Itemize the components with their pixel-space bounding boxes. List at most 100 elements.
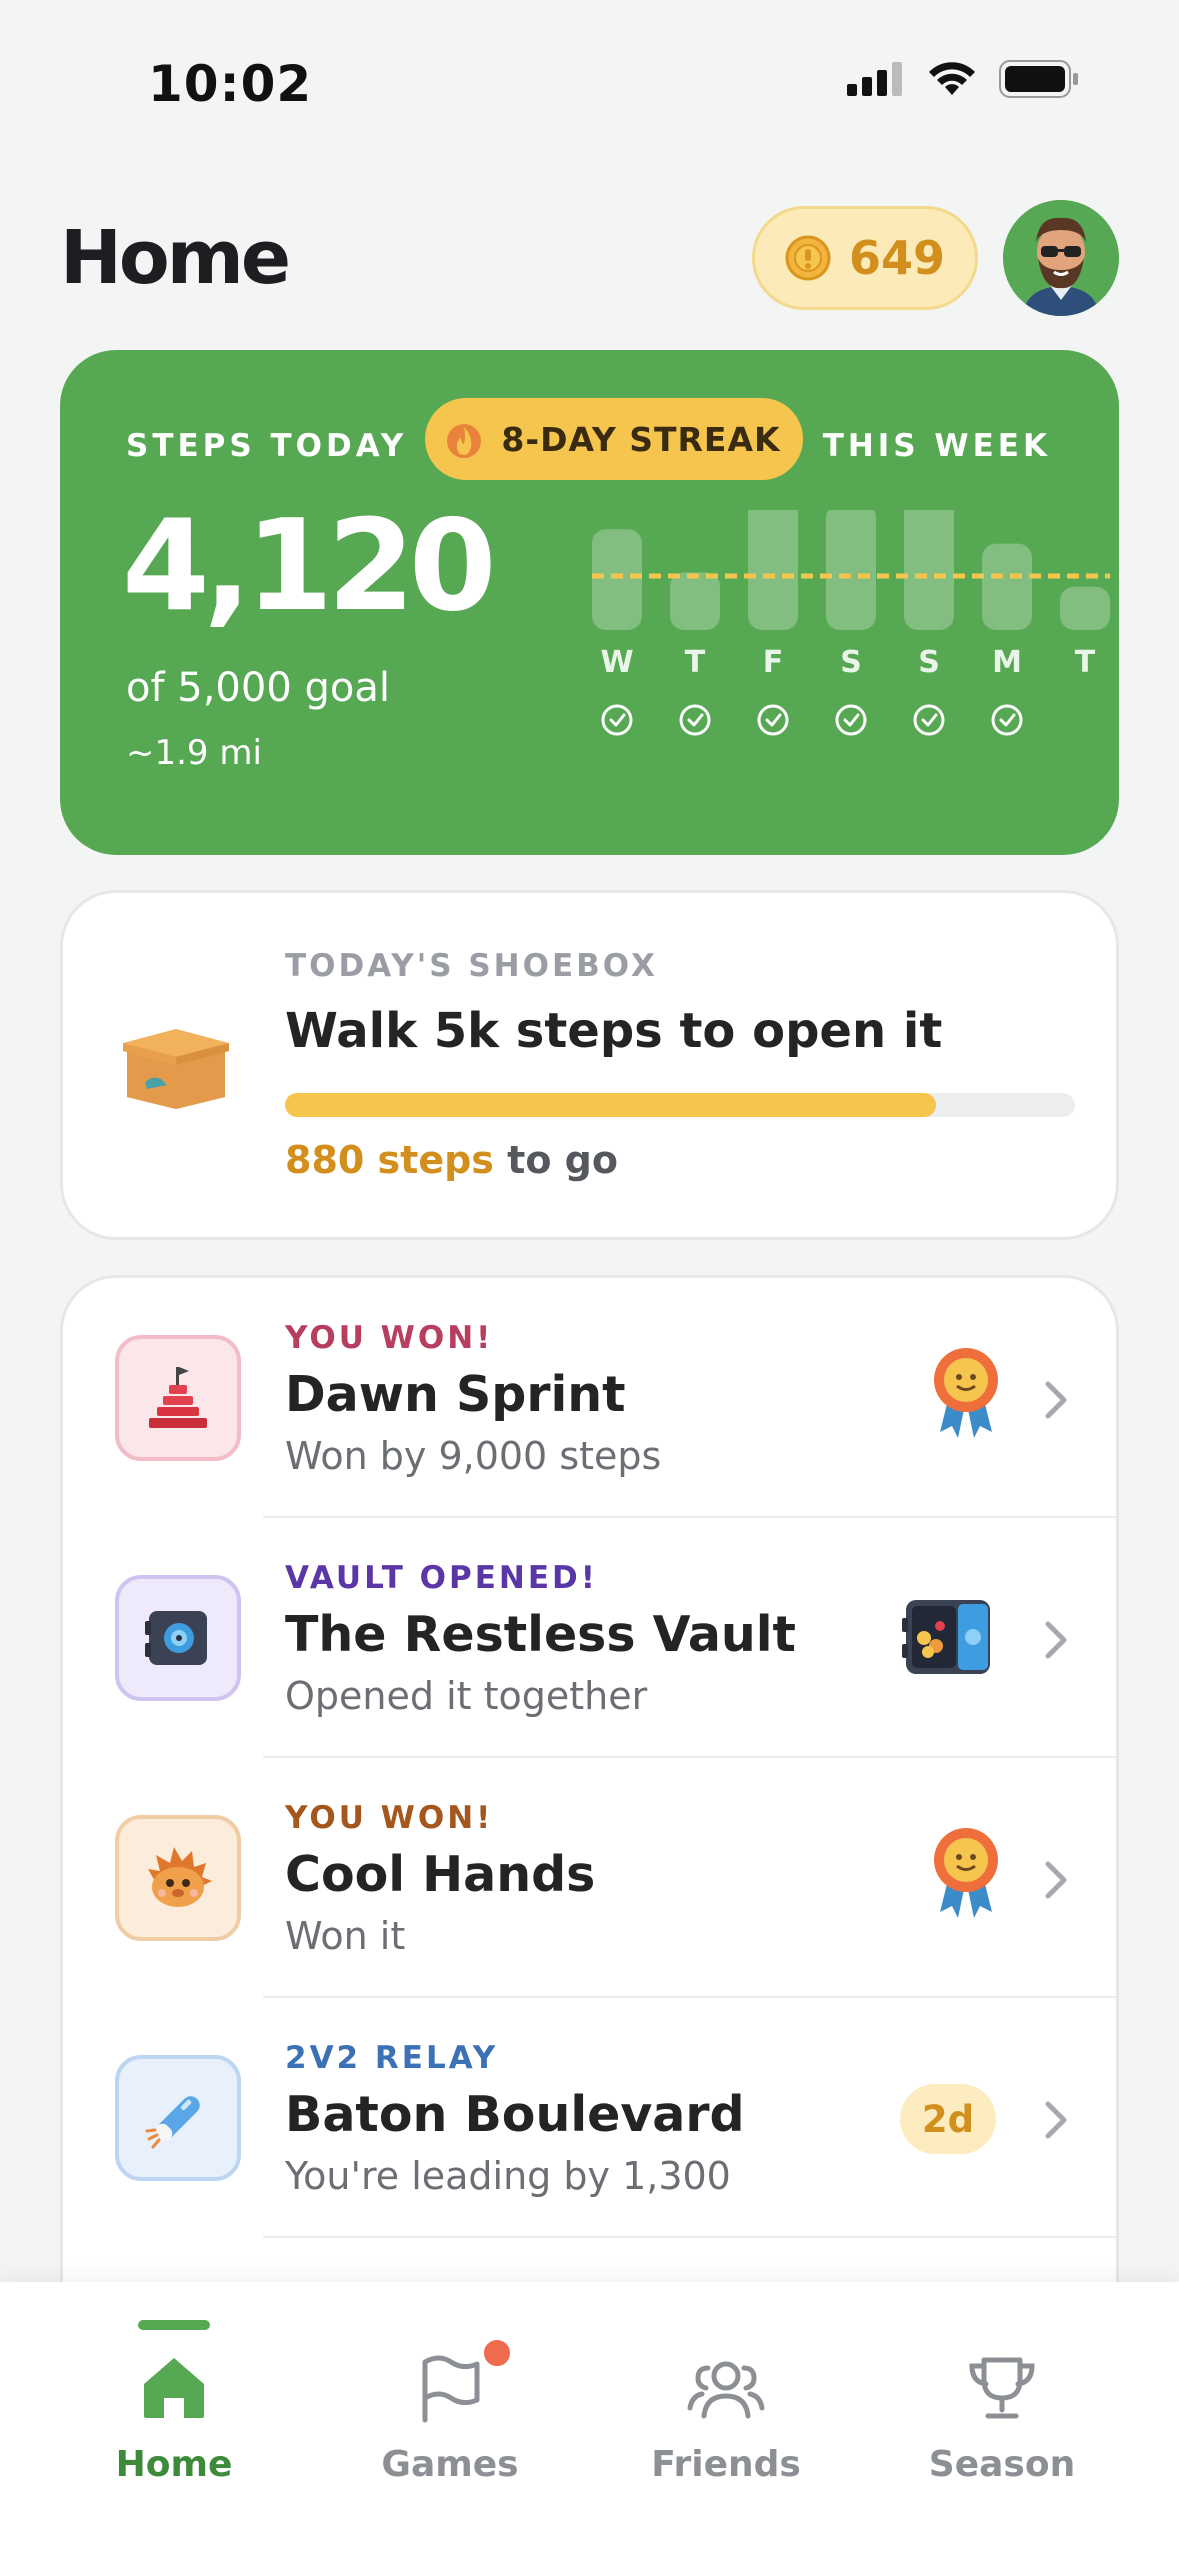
week-bar (904, 510, 954, 630)
day-check-icon (913, 704, 945, 736)
tab-games[interactable]: Games (312, 2282, 588, 2485)
streak-badge[interactable]: 8-DAY STREAK (425, 398, 803, 480)
shoebox-title: Walk 5k steps to open it (285, 1003, 943, 1059)
week-bar (670, 572, 720, 630)
coin-icon (785, 235, 831, 281)
game-title: Dawn Sprint (285, 1366, 626, 1423)
shoebox-progress-fill (285, 1093, 936, 1117)
day-label: S (918, 645, 940, 680)
open-vault-icon (902, 1596, 994, 1682)
shoebox-card[interactable]: TODAY'S SHOEBOX Walk 5k steps to open it… (60, 890, 1119, 1240)
game-thumb (115, 1335, 241, 1461)
row-divider (263, 2236, 1116, 2238)
day-check-icon (835, 704, 867, 736)
check-mark (687, 713, 704, 727)
game-subtitle: Won it (285, 1914, 406, 1958)
house-icon (144, 2358, 204, 2418)
tab-friends[interactable]: Friends (588, 2282, 864, 2485)
status-bar: 10:02 (0, 0, 1179, 150)
steps-today-label: STEPS TODAY (126, 428, 408, 464)
day-check-icon (601, 704, 633, 736)
week-bar (1060, 586, 1110, 630)
days-left-badge: 2d (900, 2084, 996, 2154)
game-row-restless-vault[interactable]: VAULT OPENED! The Restless Vault Opened … (63, 1518, 1116, 1758)
chevron-right-icon (1045, 1621, 1067, 1659)
check-mark (999, 713, 1016, 727)
game-eyebrow: 2V2 RELAY (285, 2040, 499, 2076)
week-bar (592, 529, 642, 630)
page-title: Home (60, 215, 291, 301)
weekly-steps-chart: WTFSSMT (592, 510, 1110, 736)
hedgehog-icon (148, 1847, 212, 1907)
status-icons (847, 60, 1079, 98)
game-thumb (115, 1575, 241, 1701)
game-eyebrow: YOU WON! (285, 1800, 494, 1836)
day-label: T (1075, 645, 1096, 680)
tab-season[interactable]: Season (864, 2282, 1140, 2485)
tab-label: Home (115, 2444, 233, 2485)
steps-goal: of 5,000 goal (126, 665, 390, 711)
day-check-icon (991, 704, 1023, 736)
day-label: M (992, 645, 1022, 680)
notification-dot (480, 2336, 514, 2370)
game-title: The Restless Vault (285, 1606, 796, 1663)
pyramid-icon (149, 1367, 207, 1428)
flag-icon (422, 2355, 480, 2423)
shoebox-progress-bar (285, 1093, 1075, 1117)
week-bar (748, 510, 798, 630)
steps-distance: ~1.9 mi (126, 733, 262, 773)
avatar-icon (1003, 200, 1119, 316)
shoebox-remaining: 880 steps to go (285, 1138, 618, 1182)
safe-icon (145, 1611, 207, 1665)
streak-label: 8-DAY STREAK (501, 419, 781, 459)
check-mark (843, 713, 860, 727)
game-subtitle: You're leading by 1,300 (285, 2154, 731, 2198)
shoebox-eyebrow: TODAY'S SHOEBOX (285, 948, 658, 984)
shoebox-remaining-suffix: to go (493, 1138, 618, 1182)
trophy-icon (969, 2357, 1035, 2419)
day-check-icon (679, 704, 711, 736)
check-mark (609, 713, 626, 727)
tab-home[interactable]: Home (36, 2282, 312, 2485)
shoebox-icon (121, 1021, 231, 1117)
tab-label: Season (928, 2444, 1076, 2485)
day-label: F (763, 645, 784, 680)
game-row-cool-hands[interactable]: YOU WON! Cool Hands Won it (63, 1758, 1116, 1998)
shoebox-remaining-steps: 880 steps (285, 1138, 494, 1182)
game-thumb (115, 2055, 241, 2181)
steps-card[interactable]: STEPS TODAY 8-DAY STREAK THIS WEEK 4,120… (60, 350, 1119, 855)
game-subtitle: Opened it together (285, 1674, 648, 1718)
coin-balance: 649 (848, 231, 946, 285)
status-time: 10:02 (148, 55, 313, 113)
check-mark (765, 713, 782, 727)
check-mark (921, 713, 938, 727)
game-row-dawn-sprint[interactable]: YOU WON! Dawn Sprint Won by 9,000 steps (63, 1278, 1116, 1518)
game-title: Cool Hands (285, 1846, 596, 1903)
tab-bar: Home Games Friends Season (0, 2282, 1179, 2556)
baton-icon (145, 2096, 200, 2149)
day-label: W (600, 645, 633, 680)
chevron-right-icon (1045, 1381, 1067, 1419)
tab-label: Friends (651, 2444, 801, 2485)
friends-icon (687, 2361, 765, 2419)
day-check-icon (757, 704, 789, 736)
cellular-signal-icon (847, 62, 902, 96)
day-label: T (685, 645, 706, 680)
game-subtitle: Won by 9,000 steps (285, 1434, 662, 1478)
game-thumb (115, 1815, 241, 1941)
day-label: S (840, 645, 862, 680)
steps-count: 4,120 (122, 492, 497, 639)
game-eyebrow: YOU WON! (285, 1320, 494, 1356)
week-bar (826, 510, 876, 630)
tab-label: Games (381, 2444, 519, 2485)
medal-icon (930, 1346, 1002, 1444)
game-title: Baton Boulevard (285, 2086, 745, 2143)
coin-balance-button[interactable]: 649 (752, 206, 978, 310)
battery-icon (999, 60, 1078, 98)
this-week-label: THIS WEEK (822, 428, 1051, 464)
wifi-icon (929, 62, 975, 95)
game-eyebrow: VAULT OPENED! (285, 1560, 598, 1596)
game-row-baton-boulevard[interactable]: 2V2 RELAY Baton Boulevard You're leading… (63, 1998, 1116, 2238)
avatar[interactable] (1003, 200, 1119, 316)
chevron-right-icon (1045, 1861, 1067, 1899)
